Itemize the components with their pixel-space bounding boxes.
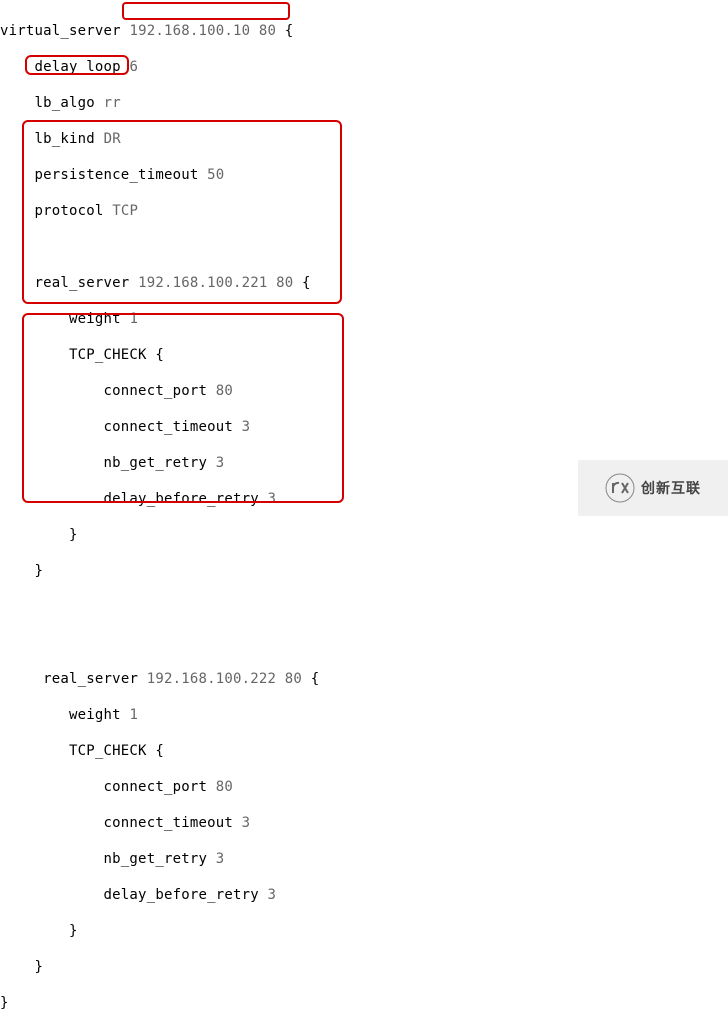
kw-connect-port-1: connect_port [104,383,208,399]
kw-weight-2: weight [69,707,121,723]
kw-weight-1: weight [69,311,121,327]
val-connect-port-2: 80 [216,779,233,795]
kw-lb-kind: lb_kind [35,131,95,147]
kw-delay-loop: delay_loop [35,59,121,75]
val-connect-port-1: 80 [216,383,233,399]
val-delay-before-retry-1: 3 [268,491,277,507]
real-server-2-port: 80 [285,671,302,687]
val-nb-get-retry-2: 3 [216,851,225,867]
kw-protocol: protocol [35,203,104,219]
virtual-server-port: 80 [259,23,276,39]
real-server-2-ip: 192.168.100.222 [147,671,276,687]
kw-nb-get-retry-1: nb_get_retry [104,455,208,471]
kw-connect-timeout-2: connect_timeout [104,815,233,831]
val-persistence-timeout: 50 [207,167,224,183]
kw-tcp-check-1: TCP_CHECK [69,347,147,363]
kw-connect-port-2: connect_port [104,779,208,795]
val-connect-timeout-2: 3 [242,815,251,831]
kw-tcp-check-2: TCP_CHECK [69,743,147,759]
kw-real-server-2: real_server [43,671,138,687]
virtual-server-ip: 192.168.100.10 [129,23,250,39]
kw-virtual-server: virtual_server [0,23,121,39]
val-nb-get-retry-1: 3 [216,455,225,471]
kw-lb-algo: lb_algo [35,95,95,111]
val-lb-kind: DR [104,131,121,147]
watermark-text: 创新互联 [641,479,701,497]
real-server-1-port: 80 [276,275,293,291]
kw-persistence-timeout: persistence_timeout [35,167,199,183]
kw-real-server-1: real_server [35,275,130,291]
real-server-1-ip: 192.168.100.221 [138,275,267,291]
val-delay-loop: 6 [129,59,138,75]
watermark: 创新互联 [578,460,728,516]
cx-logo-icon [605,473,635,503]
kw-nb-get-retry-2: nb_get_retry [104,851,208,867]
val-lb-algo: rr [104,95,121,111]
val-protocol: TCP [112,203,138,219]
kw-connect-timeout-1: connect_timeout [104,419,233,435]
val-weight-2: 1 [129,707,138,723]
val-delay-before-retry-2: 3 [268,887,277,903]
kw-delay-before-retry-1: delay_before_retry [104,491,259,507]
val-weight-1: 1 [129,311,138,327]
val-connect-timeout-1: 3 [242,419,251,435]
kw-delay-before-retry-2: delay_before_retry [104,887,259,903]
